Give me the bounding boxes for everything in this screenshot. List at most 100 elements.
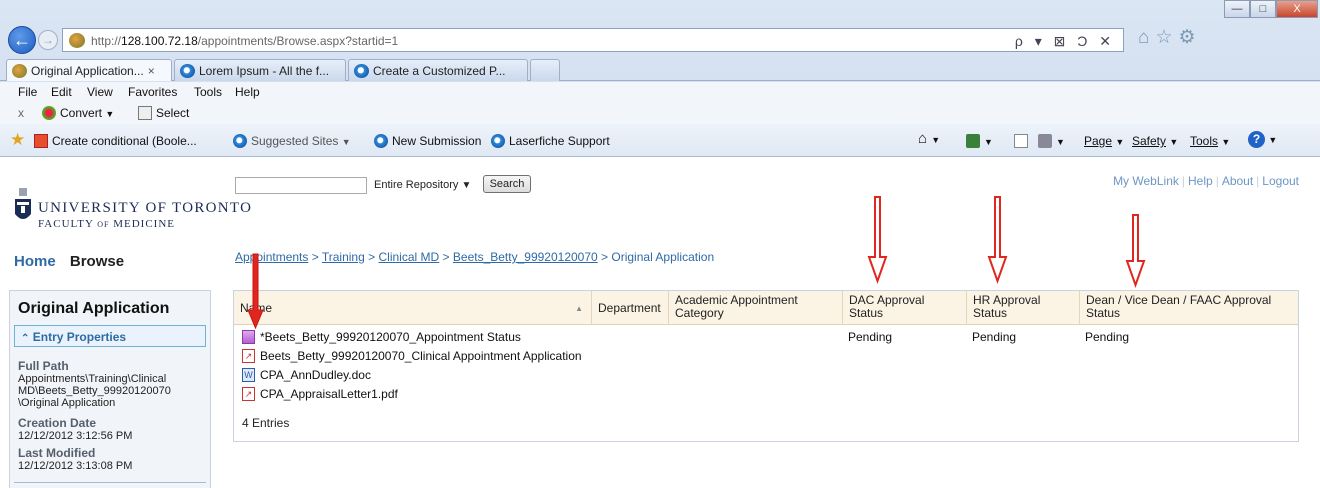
new-tab-button[interactable]	[530, 59, 560, 81]
form-icon	[242, 330, 255, 344]
sidebar-title: Original Application	[18, 300, 170, 317]
command-bar: x Convert ▼ Select	[0, 104, 1320, 124]
ie-icon	[180, 64, 195, 78]
university-logo[interactable]: UNIVERSITY OF TORONTO FACULTY OF MEDICIN…	[14, 180, 254, 240]
help-icon[interactable]: ? ▼	[1248, 131, 1277, 148]
address-tools[interactable]: ρ ▾ ⊠ Ͻ ✕	[1015, 33, 1115, 50]
annotation-arrow-icon	[1125, 214, 1146, 288]
menu-favorites[interactable]: Favorites	[128, 85, 177, 99]
column-dean-approval[interactable]: Dean / Vice Dean / FAAC Approval Status	[1079, 291, 1298, 325]
back-button[interactable]: ←	[8, 26, 36, 54]
page-nav: Home Browse	[14, 253, 124, 270]
table-row[interactable]: W CPA_AnnDudley.doc	[234, 366, 1298, 385]
full-path-label: Full Path	[18, 359, 69, 373]
table-row[interactable]: ↗ Beets_Betty_99920120070_Clinical Appoi…	[234, 347, 1298, 366]
browser-chrome: — □ X ← → http://128.100.72.18/appointme…	[0, 0, 1320, 157]
menu-file[interactable]: File	[18, 85, 37, 99]
maximize-button[interactable]: □	[1250, 0, 1276, 18]
annotation-arrow-icon	[247, 253, 264, 330]
row-name[interactable]: CPA_AnnDudley.doc	[260, 368, 371, 382]
full-path-line-3: \Original Application	[18, 397, 116, 409]
column-hr-approval[interactable]: HR Approval Status	[966, 291, 1079, 325]
fav-new-submission[interactable]: New Submission	[374, 134, 481, 148]
feeds-icon[interactable]: ▼	[966, 134, 993, 148]
top-links: My WebLink | Help | About | Logout	[1113, 174, 1299, 188]
breadcrumb-training[interactable]: Training	[322, 250, 365, 264]
sort-asc-icon: ▲	[575, 304, 583, 313]
page-menu[interactable]: Page ▼	[1084, 134, 1124, 148]
annotation-arrow-icon	[987, 196, 1008, 284]
row-name[interactable]: CPA_AppraisalLetter1.pdf	[260, 387, 398, 401]
table-row[interactable]: *Beets_Betty_99920120070_Appointment Sta…	[234, 328, 1298, 347]
breadcrumb: Appointments > Training > Clinical MD > …	[235, 250, 715, 264]
tools-menu[interactable]: Tools ▼	[1190, 134, 1230, 148]
breadcrumb-beets-betty[interactable]: Beets_Betty_99920120070	[453, 250, 598, 264]
about-link[interactable]: About	[1222, 174, 1253, 188]
creation-date-value: 12/12/2012 3:12:56 PM	[18, 430, 133, 442]
search-scope-select[interactable]: Entire Repository ▼	[370, 177, 478, 194]
ie-icon	[374, 134, 388, 148]
row-dac-status: Pending	[848, 330, 893, 344]
close-window-button[interactable]: X	[1276, 0, 1318, 18]
logout-link[interactable]: Logout	[1262, 174, 1299, 188]
mail-icon[interactable]	[1014, 134, 1032, 148]
menu-view[interactable]: View	[87, 85, 113, 99]
convert-icon	[42, 106, 56, 120]
help-link[interactable]: Help	[1188, 174, 1213, 188]
tab-lorem-ipsum[interactable]: Lorem Ipsum - All the f...	[174, 59, 346, 81]
address-bar[interactable]: http://128.100.72.18/appointments/Browse…	[62, 28, 1124, 52]
table-row[interactable]: ↗ CPA_AppraisalLetter1.pdf	[234, 385, 1298, 404]
fav-create-conditional[interactable]: Create conditional (Boole...	[34, 134, 197, 148]
breadcrumb-current: Original Application	[611, 250, 715, 264]
breadcrumb-clinical-md[interactable]: Clinical MD	[379, 250, 440, 264]
search-button[interactable]: Search	[483, 175, 531, 193]
entry-properties-toggle[interactable]: ⌃ Entry Properties	[14, 325, 206, 347]
row-name[interactable]: Beets_Betty_99920120070_Clinical Appoint…	[260, 349, 582, 363]
browse-label: Browse	[69, 253, 125, 270]
column-academic-category[interactable]: Academic Appointment Category	[668, 291, 842, 325]
tab-close-icon[interactable]: ×	[148, 64, 155, 78]
faculty-name: FACULTY OF MEDICINE	[38, 218, 176, 230]
search-input[interactable]	[235, 177, 367, 194]
column-department[interactable]: Department	[591, 291, 668, 325]
tab-original-application[interactable]: Original Application... ×	[6, 59, 172, 81]
safety-menu[interactable]: Safety ▼	[1132, 134, 1178, 148]
forward-button[interactable]: →	[38, 30, 58, 50]
annotation-arrow-icon	[867, 196, 888, 284]
entry-count: 4 Entries	[242, 416, 290, 430]
menu-help[interactable]: Help	[235, 85, 260, 99]
convert-button[interactable]: Convert ▼	[42, 106, 114, 120]
window-controls: — □ X	[1224, 0, 1318, 18]
home-icon[interactable]: ⌂ ▼	[918, 130, 940, 147]
university-name: UNIVERSITY OF TORONTO	[38, 200, 253, 216]
select-button[interactable]: Select	[138, 106, 189, 120]
print-icon[interactable]: ▼	[1038, 134, 1065, 148]
minimize-button[interactable]: —	[1224, 0, 1250, 18]
menu-tools[interactable]: Tools	[194, 85, 222, 99]
my-weblink-link[interactable]: My WebLink	[1113, 174, 1179, 188]
university-crest-icon	[15, 188, 31, 219]
address-url[interactable]: http://128.100.72.18/appointments/Browse…	[91, 34, 398, 48]
fav-laserfiche-support[interactable]: Laserfiche Support	[491, 134, 610, 148]
title-bar: — □ X	[0, 0, 1320, 20]
close-toolbar-icon[interactable]: x	[18, 106, 24, 120]
column-dac-approval[interactable]: DAC Approval Status	[842, 291, 966, 325]
column-name[interactable]: Name▲	[234, 291, 591, 325]
creation-date-label: Creation Date	[18, 416, 97, 430]
ie-icon	[233, 134, 247, 148]
tab-row: Original Application... × Lorem Ipsum - A…	[0, 57, 1320, 81]
tab-create-customized[interactable]: Create a Customized P...	[348, 59, 528, 81]
fav-suggested-sites[interactable]: Suggested Sites ▼	[233, 134, 351, 148]
full-path-line-1: Appointments\Training\Clinical	[18, 373, 167, 385]
full-path-line-2: MD\Beets_Betty_99920120070	[18, 385, 171, 397]
row-name[interactable]: *Beets_Betty_99920120070_Appointment Sta…	[260, 330, 521, 344]
select-icon	[138, 106, 152, 120]
collapse-chevron-icon: ⌃	[21, 333, 30, 344]
home-link[interactable]: Home	[14, 253, 56, 270]
uoft-favicon-icon	[12, 64, 27, 78]
pdf-icon: ↗	[242, 349, 255, 363]
home-favorites-settings-icons[interactable]: ⌂☆⚙	[1138, 26, 1202, 49]
favorites-star-icon[interactable]: ★	[10, 130, 25, 150]
menu-edit[interactable]: Edit	[51, 85, 72, 99]
menu-bar: File Edit View Favorites Tools Help	[0, 82, 1320, 104]
